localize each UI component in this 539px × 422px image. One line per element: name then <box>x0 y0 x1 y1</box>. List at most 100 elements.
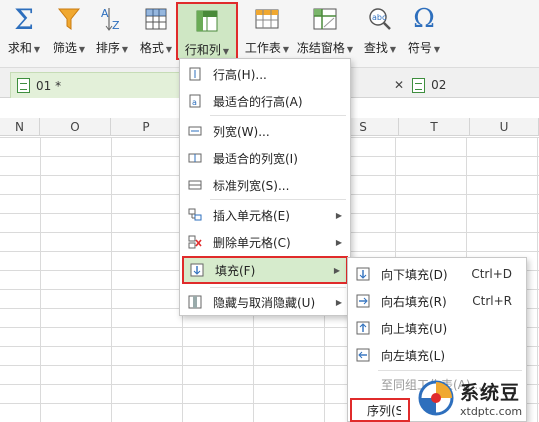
menu-item-label: 标准列宽(S)... <box>213 178 290 193</box>
column-header-u[interactable]: U <box>470 118 539 136</box>
menu-item-label: 行高(H)... <box>213 67 267 82</box>
menu-item-fill-right[interactable]: 向右填充(R) Ctrl+R <box>350 289 524 313</box>
rows-columns-menu: 行高(H)... a 最适合的行高(A) 列宽(W)... 最适合的列宽(I) … <box>179 58 351 316</box>
hide-unhide-icon <box>187 294 203 310</box>
autofit-column-icon <box>187 150 203 166</box>
worksheet-label: 工作表 <box>244 41 281 55</box>
submenu-arrow-icon: ▶ <box>333 265 340 275</box>
worksheet-button[interactable]: 工作表 ▼ <box>244 4 290 62</box>
document-tab-label: 01 * <box>36 78 62 93</box>
shortcut-label: Ctrl+D <box>471 267 512 281</box>
menu-item-label: 序列(S)... <box>367 403 401 418</box>
sort-az-icon: AZ <box>98 4 126 34</box>
menu-item-fill-left[interactable]: 向左填充(L) <box>350 343 524 367</box>
fill-down-icon <box>355 266 371 282</box>
svg-text:A: A <box>101 7 109 20</box>
menu-item-fill-up[interactable]: 向上填充(U) <box>350 316 524 340</box>
column-header-label: S <box>359 120 367 134</box>
watermark-url: xtdptc.com <box>460 405 523 418</box>
document-tab-label: 02 <box>431 78 447 92</box>
column-width-icon <box>187 123 203 139</box>
format-table-icon <box>142 4 170 34</box>
column-header-label: P <box>142 120 150 134</box>
sum-button[interactable]: Σ 求和 ▼ <box>6 2 42 62</box>
format-button[interactable]: 格式 ▼ <box>136 4 176 62</box>
menu-item-hide-unhide[interactable]: 隐藏与取消隐藏(U) ▶ <box>182 290 348 314</box>
freeze-panes-button[interactable]: 冻结窗格 ▼ <box>294 4 356 62</box>
menu-item-row-height[interactable]: 行高(H)... <box>182 62 348 86</box>
symbol-label: 符号 <box>407 41 432 55</box>
shortcut-label: Ctrl+R <box>472 294 512 308</box>
menu-item-label: 最适合的行高(A) <box>213 94 303 109</box>
column-header-label: U <box>499 120 509 134</box>
menu-item-label: 隐藏与取消隐藏(U) <box>213 295 316 310</box>
insert-cells-icon <box>187 207 203 223</box>
submenu-arrow-icon: ▶ <box>335 297 342 307</box>
freeze-panes-label: 冻结窗格 <box>296 41 345 55</box>
column-header-p[interactable]: P <box>111 118 182 136</box>
menu-separator <box>210 199 346 200</box>
svg-text:abc: abc <box>372 13 386 22</box>
spreadsheet-file-icon <box>412 77 426 93</box>
menu-item-fill-down[interactable]: 向下填充(D) Ctrl+D <box>350 262 524 286</box>
menu-item-standard-width[interactable]: 标准列宽(S)... <box>182 173 348 197</box>
omega-icon: Ω <box>413 4 435 34</box>
blank-icon <box>355 376 371 392</box>
fill-icon <box>189 262 205 278</box>
find-button[interactable]: abc 查找 ▼ <box>360 4 400 62</box>
document-tab-01[interactable]: 01 * <box>10 72 190 98</box>
menu-item-autofit-row-height[interactable]: a 最适合的行高(A) <box>182 89 348 113</box>
menu-item-label: 删除单元格(C) <box>213 235 291 250</box>
sort-button[interactable]: AZ 排序 ▼ <box>92 4 132 62</box>
column-header-o[interactable]: O <box>40 118 111 136</box>
rows-columns-label: 行和列 <box>184 43 221 57</box>
column-header-t[interactable]: T <box>399 118 470 136</box>
filter-label: 筛选 <box>52 41 77 55</box>
svg-text:Z: Z <box>112 19 120 32</box>
menu-item-label: 向右填充(R) <box>381 294 447 309</box>
watermark-title: 系统豆 <box>460 382 521 404</box>
find-label: 查找 <box>363 41 388 55</box>
menu-item-label: 列宽(W)... <box>213 124 270 139</box>
fill-left-icon <box>355 347 371 363</box>
watermark-logo: 系统豆 xtdptc.com <box>416 374 539 422</box>
autofit-row-icon: a <box>187 93 203 109</box>
sort-label: 排序 <box>95 41 120 55</box>
menu-item-fill[interactable]: 填充(F) ▶ <box>182 256 348 284</box>
filter-button[interactable]: 筛选 ▼ <box>50 4 88 62</box>
column-header-label: N <box>15 120 24 134</box>
rows-columns-button[interactable]: 行和列 ▼ <box>176 2 238 60</box>
row-height-icon <box>187 66 203 82</box>
worksheet-icon <box>253 4 281 34</box>
column-header-label: T <box>430 120 438 134</box>
menu-item-label: 向左填充(L) <box>381 348 446 363</box>
fill-up-icon <box>355 320 371 336</box>
column-header-n[interactable]: N <box>0 118 40 136</box>
close-icon[interactable]: ✕ <box>394 78 404 92</box>
menu-separator <box>210 115 346 116</box>
menu-separator <box>378 370 522 371</box>
menu-item-label: 插入单元格(E) <box>213 208 290 223</box>
submenu-arrow-icon: ▶ <box>335 237 342 247</box>
submenu-arrow-icon: ▶ <box>335 210 342 220</box>
menu-item-label: 最适合的列宽(I) <box>213 151 298 166</box>
menu-item-autofit-column-width[interactable]: 最适合的列宽(I) <box>182 146 348 170</box>
standard-width-icon <box>187 177 203 193</box>
freeze-panes-icon <box>311 4 339 34</box>
spreadsheet-file-icon <box>17 78 30 93</box>
filter-icon <box>55 4 83 34</box>
fill-right-icon <box>355 293 371 309</box>
svg-text:a: a <box>192 98 197 107</box>
menu-item-label: 向下填充(D) <box>381 267 448 282</box>
delete-cells-icon <box>187 234 203 250</box>
menu-item-series[interactable]: 序列(S)... <box>350 398 410 422</box>
symbol-button[interactable]: Ω 符号 ▼ <box>404 4 444 62</box>
menu-item-delete-cells[interactable]: 删除单元格(C) ▶ <box>182 230 348 254</box>
menu-item-insert-cells[interactable]: 插入单元格(E) ▶ <box>182 203 348 227</box>
document-tab-02[interactable]: ✕ 02 <box>394 72 446 98</box>
sigma-icon: Σ <box>14 2 34 36</box>
menu-separator <box>210 287 346 288</box>
format-label: 格式 <box>139 41 164 55</box>
column-header-label: O <box>70 120 80 134</box>
menu-item-column-width[interactable]: 列宽(W)... <box>182 119 348 143</box>
